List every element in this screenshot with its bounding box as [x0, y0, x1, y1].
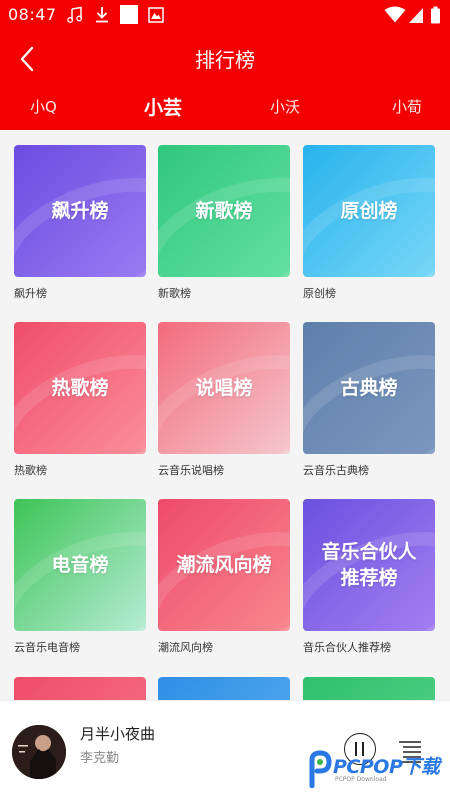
chart-cover[interactable]: 新歌榜: [158, 145, 290, 277]
app-header: 排行榜 小Q 小芸 小沃 小荀: [0, 30, 450, 130]
cover-title: 飙升榜: [51, 200, 109, 222]
chart-card[interactable]: 飙升榜 飙升榜: [14, 145, 146, 301]
battery-icon: [431, 6, 440, 24]
tab-xiaoxun[interactable]: 小荀: [392, 96, 422, 117]
notification-icon: [120, 5, 138, 24]
chart-cover[interactable]: 说唱榜: [158, 322, 290, 454]
pcpop-watermark: PCPOP下载 PCPOP Download: [303, 748, 445, 792]
status-time: 08:47: [8, 5, 57, 24]
chart-caption: 热歌榜: [14, 464, 47, 477]
chart-cover[interactable]: 音乐合伙人 推荐榜: [303, 499, 435, 631]
tab-bar: 小Q 小芸 小沃 小荀: [0, 92, 450, 124]
cover-title: 电音榜: [51, 554, 109, 576]
chart-card[interactable]: [303, 677, 435, 701]
chart-cover[interactable]: [158, 677, 290, 701]
song-title: 月半小夜曲: [80, 725, 156, 743]
chart-cover[interactable]: 热歌榜: [14, 322, 146, 454]
chart-cover[interactable]: [303, 677, 435, 701]
chart-card[interactable]: 音乐合伙人 推荐榜 音乐合伙人推荐榜: [303, 499, 435, 655]
chart-card[interactable]: 潮流风向榜 潮流风向榜: [158, 499, 290, 655]
album-cover-image: [12, 725, 66, 779]
signal-icon: [409, 8, 423, 23]
chart-card[interactable]: 原创榜 原创榜: [303, 145, 435, 301]
chart-card[interactable]: 热歌榜 热歌榜: [14, 322, 146, 478]
chart-caption: 音乐合伙人推荐榜: [303, 641, 391, 654]
chart-caption: 飙升榜: [14, 287, 47, 300]
tab-xiaoyun[interactable]: 小芸: [144, 93, 182, 120]
image-icon: [148, 7, 164, 23]
chart-caption: 潮流风向榜: [158, 641, 213, 654]
chart-cover[interactable]: [14, 677, 146, 701]
chart-caption: 原创榜: [303, 287, 336, 300]
chart-cover[interactable]: 原创榜: [303, 145, 435, 277]
status-bar: 08:47: [0, 0, 450, 30]
chart-card[interactable]: [14, 677, 146, 701]
chart-cover[interactable]: 飙升榜: [14, 145, 146, 277]
chart-cover[interactable]: 电音榜: [14, 499, 146, 631]
cover-title: 热歌榜: [51, 377, 109, 399]
tab-xiaowo[interactable]: 小沃: [270, 96, 300, 117]
artist-name: 李克勤: [80, 751, 120, 766]
cover-title: 说唱榜: [195, 377, 253, 399]
chart-card[interactable]: 古典榜 云音乐古典榜: [303, 322, 435, 478]
cover-title: 古典榜: [340, 377, 398, 399]
chart-card[interactable]: 新歌榜 新歌榜: [158, 145, 290, 301]
chart-caption: 云音乐电音榜: [14, 641, 80, 654]
chart-caption: 云音乐古典榜: [303, 464, 369, 477]
chart-caption: 云音乐说唱榜: [158, 464, 224, 477]
chart-grid: 飙升榜 飙升榜 新歌榜 新歌榜 原创榜 原创榜 热歌榜 热歌榜 说唱榜 云音乐说…: [0, 131, 450, 701]
cover-title: 新歌榜: [195, 200, 253, 222]
cover-title: 潮流风向榜: [176, 554, 272, 576]
chart-cover[interactable]: 潮流风向榜: [158, 499, 290, 631]
album-art[interactable]: [12, 725, 66, 779]
cover-title: 音乐合伙人 推荐榜: [321, 541, 417, 589]
chart-card[interactable]: 说唱榜 云音乐说唱榜: [158, 322, 290, 478]
chart-caption: 新歌榜: [158, 287, 191, 300]
wifi-icon: [384, 6, 406, 23]
page-title: 排行榜: [195, 48, 255, 72]
chart-cover[interactable]: 古典榜: [303, 322, 435, 454]
tab-xiaoq[interactable]: 小Q: [30, 96, 57, 117]
chart-card[interactable]: [158, 677, 290, 701]
cover-title: 原创榜: [340, 200, 398, 222]
chart-card[interactable]: 电音榜 云音乐电音榜: [14, 499, 146, 655]
watermark-sub: PCPOP Download: [335, 776, 387, 783]
watermark-brand: PCPOP下载: [333, 756, 440, 778]
music-note-icon: [67, 6, 83, 23]
pcpop-logo-icon: [309, 750, 332, 788]
download-icon: [96, 7, 108, 23]
